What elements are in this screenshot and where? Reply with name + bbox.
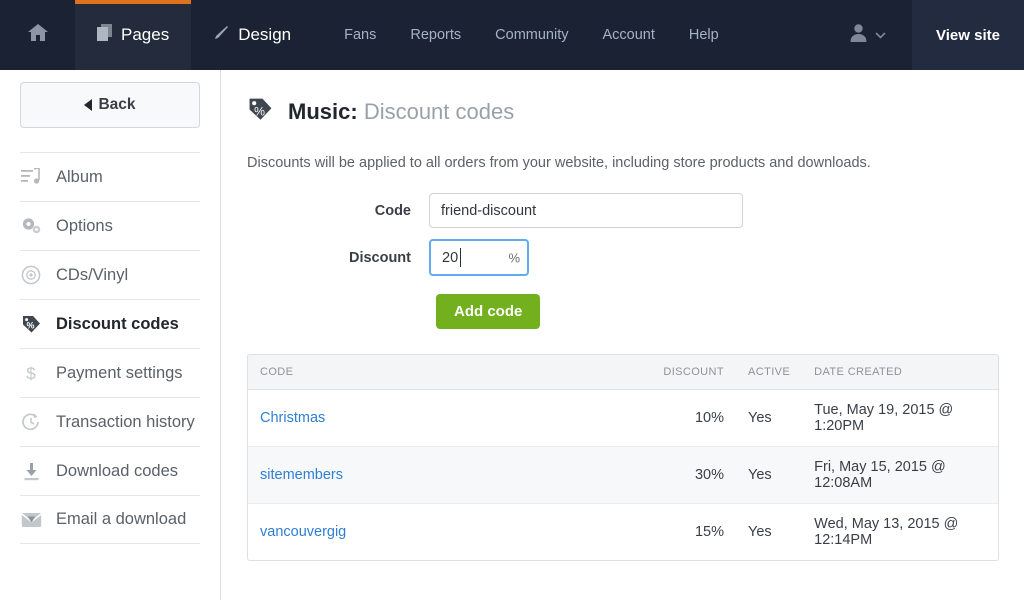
nav-link-account[interactable]: Account <box>585 0 671 70</box>
download-icon <box>20 460 42 482</box>
main-content: % Music: Discount codes Discounts will b… <box>221 70 1024 600</box>
sidebar-item-album[interactable]: Album <box>20 152 200 201</box>
discount-input[interactable] <box>429 239 529 276</box>
nav-tab-pages[interactable]: Pages <box>75 0 192 70</box>
gears-icon <box>20 215 42 237</box>
nav-link-help[interactable]: Help <box>672 0 736 70</box>
sidebar-item-transaction-history-label: Transaction history <box>56 412 195 431</box>
cell-discount: 15% <box>694 524 724 540</box>
nav-link-community[interactable]: Community <box>478 0 585 70</box>
discount-code-link[interactable]: vancouvergig <box>260 524 346 540</box>
pages-icon <box>97 24 112 46</box>
form-row-submit: Add code <box>247 294 999 329</box>
tag-percent-icon: % <box>247 96 274 128</box>
discount-label: Discount <box>348 249 411 266</box>
column-header-active: ACTIVE <box>734 355 801 390</box>
view-site-button[interactable]: View site <box>912 0 1024 70</box>
page-title: Music: Discount codes <box>288 99 514 125</box>
cell-date: Tue, May 19, 2015 @ 1:20PM <box>800 389 998 447</box>
discount-code-link[interactable]: sitemembers <box>260 467 343 483</box>
sidebar-item-discount-codes[interactable]: % Discount codes <box>20 299 200 348</box>
sidebar-item-album-label: Album <box>56 167 103 186</box>
user-menu[interactable] <box>831 0 912 70</box>
pencil-icon <box>213 25 229 46</box>
text-caret <box>460 248 461 267</box>
sidebar: Back Album Options CDs/Vinyl % Discount … <box>0 70 221 600</box>
music-list-icon <box>20 166 42 188</box>
discount-codes-table: CODE DISCOUNT ACTIVE DATE CREATED Christ… <box>247 354 999 561</box>
sidebar-item-transaction-history[interactable]: Transaction history <box>20 397 200 446</box>
table-row: Christmas 10% Yes Tue, May 19, 2015 @ 1:… <box>248 389 998 447</box>
svg-text:%: % <box>26 320 34 330</box>
nav-tab-design[interactable]: Design <box>191 0 313 70</box>
sidebar-item-options[interactable]: Options <box>20 201 200 250</box>
page-title-suffix: Discount codes <box>363 99 515 124</box>
table-row: sitemembers 30% Yes Fri, May 15, 2015 @ … <box>248 446 998 504</box>
sidebar-item-email-a-download[interactable]: Email a download <box>20 495 200 544</box>
cell-active: Yes <box>734 389 801 447</box>
nav-link-reports[interactable]: Reports <box>393 0 478 70</box>
page-title-prefix: Music: <box>288 99 358 124</box>
table-row: vancouvergig 15% Yes Wed, May 13, 2015 @… <box>248 504 998 561</box>
page-body: Back Album Options CDs/Vinyl % Discount … <box>0 70 1024 600</box>
home-button[interactable] <box>0 0 75 70</box>
home-icon <box>27 23 48 47</box>
cell-code: vancouvergig <box>248 504 648 561</box>
sidebar-item-email-a-download-label: Email a download <box>56 510 187 528</box>
discount-code-link[interactable]: Christmas <box>260 410 325 426</box>
sidebar-item-discount-codes-label: Discount codes <box>56 314 179 333</box>
sidebar-menu: Album Options CDs/Vinyl % Discount codes… <box>20 152 200 544</box>
column-header-date: DATE CREATED <box>800 355 998 390</box>
page-description: Discounts will be applied to all orders … <box>247 155 871 171</box>
sidebar-item-download-codes[interactable]: Download codes <box>20 446 200 495</box>
sidebar-item-download-codes-label: Download codes <box>56 461 178 480</box>
back-button-label: Back <box>98 96 136 113</box>
back-arrow-icon <box>84 99 93 111</box>
chevron-down-icon <box>875 26 886 44</box>
cell-date: Fri, May 15, 2015 @ 12:08AM <box>800 446 998 504</box>
sidebar-item-cds-vinyl[interactable]: CDs/Vinyl <box>20 250 200 299</box>
table-body: Christmas 10% Yes Tue, May 19, 2015 @ 1:… <box>248 389 998 561</box>
cell-active: Yes <box>748 524 772 540</box>
code-label: Code <box>374 202 411 219</box>
svg-text:%: % <box>254 104 265 118</box>
dollar-icon: $ <box>20 362 42 384</box>
disc-icon <box>20 264 42 286</box>
nav-tab-pages-label: Pages <box>121 25 170 44</box>
secondary-nav-links: Fans Reports Community Account Help <box>313 0 736 70</box>
cell-active: Yes <box>734 446 801 504</box>
table-header-row: CODE DISCOUNT ACTIVE DATE CREATED <box>248 355 998 390</box>
sidebar-item-options-label: Options <box>56 216 113 235</box>
code-input[interactable] <box>429 193 743 228</box>
column-header-code: CODE <box>248 355 648 390</box>
column-header-discount: DISCOUNT <box>648 355 734 390</box>
page-header: % Music: Discount codes <box>247 96 999 128</box>
form-row-discount: Discount % <box>247 239 999 276</box>
back-button[interactable]: Back <box>20 82 200 128</box>
cell-code: sitemembers <box>248 446 648 504</box>
top-navigation-bar: Pages Design Fans Reports Community Acco… <box>0 0 1024 70</box>
discount-code-form: Code Discount % Add code <box>247 193 999 329</box>
sidebar-item-cds-vinyl-label: CDs/Vinyl <box>56 265 129 284</box>
sidebar-item-payment-settings-label: Payment settings <box>56 363 183 382</box>
cell-code: Christmas <box>248 389 648 447</box>
user-avatar-icon <box>849 23 868 47</box>
nav-tab-design-label: Design <box>238 25 292 44</box>
cell-discount: 30% <box>648 446 734 504</box>
discount-input-wrap: % <box>429 239 529 276</box>
cell-date: Wed, May 13, 2015 @ 12:14PM <box>814 516 959 548</box>
cell-discount: 10% <box>648 389 734 447</box>
sidebar-item-payment-settings[interactable]: $ Payment settings <box>20 348 200 397</box>
add-code-button[interactable]: Add code <box>436 294 541 329</box>
svg-text:$: $ <box>26 364 36 383</box>
tag-percent-icon: % <box>20 313 42 335</box>
envelope-download-icon <box>20 509 42 531</box>
form-row-code: Code <box>247 193 999 228</box>
nav-link-fans[interactable]: Fans <box>327 0 393 70</box>
clock-arrow-icon <box>20 411 42 433</box>
